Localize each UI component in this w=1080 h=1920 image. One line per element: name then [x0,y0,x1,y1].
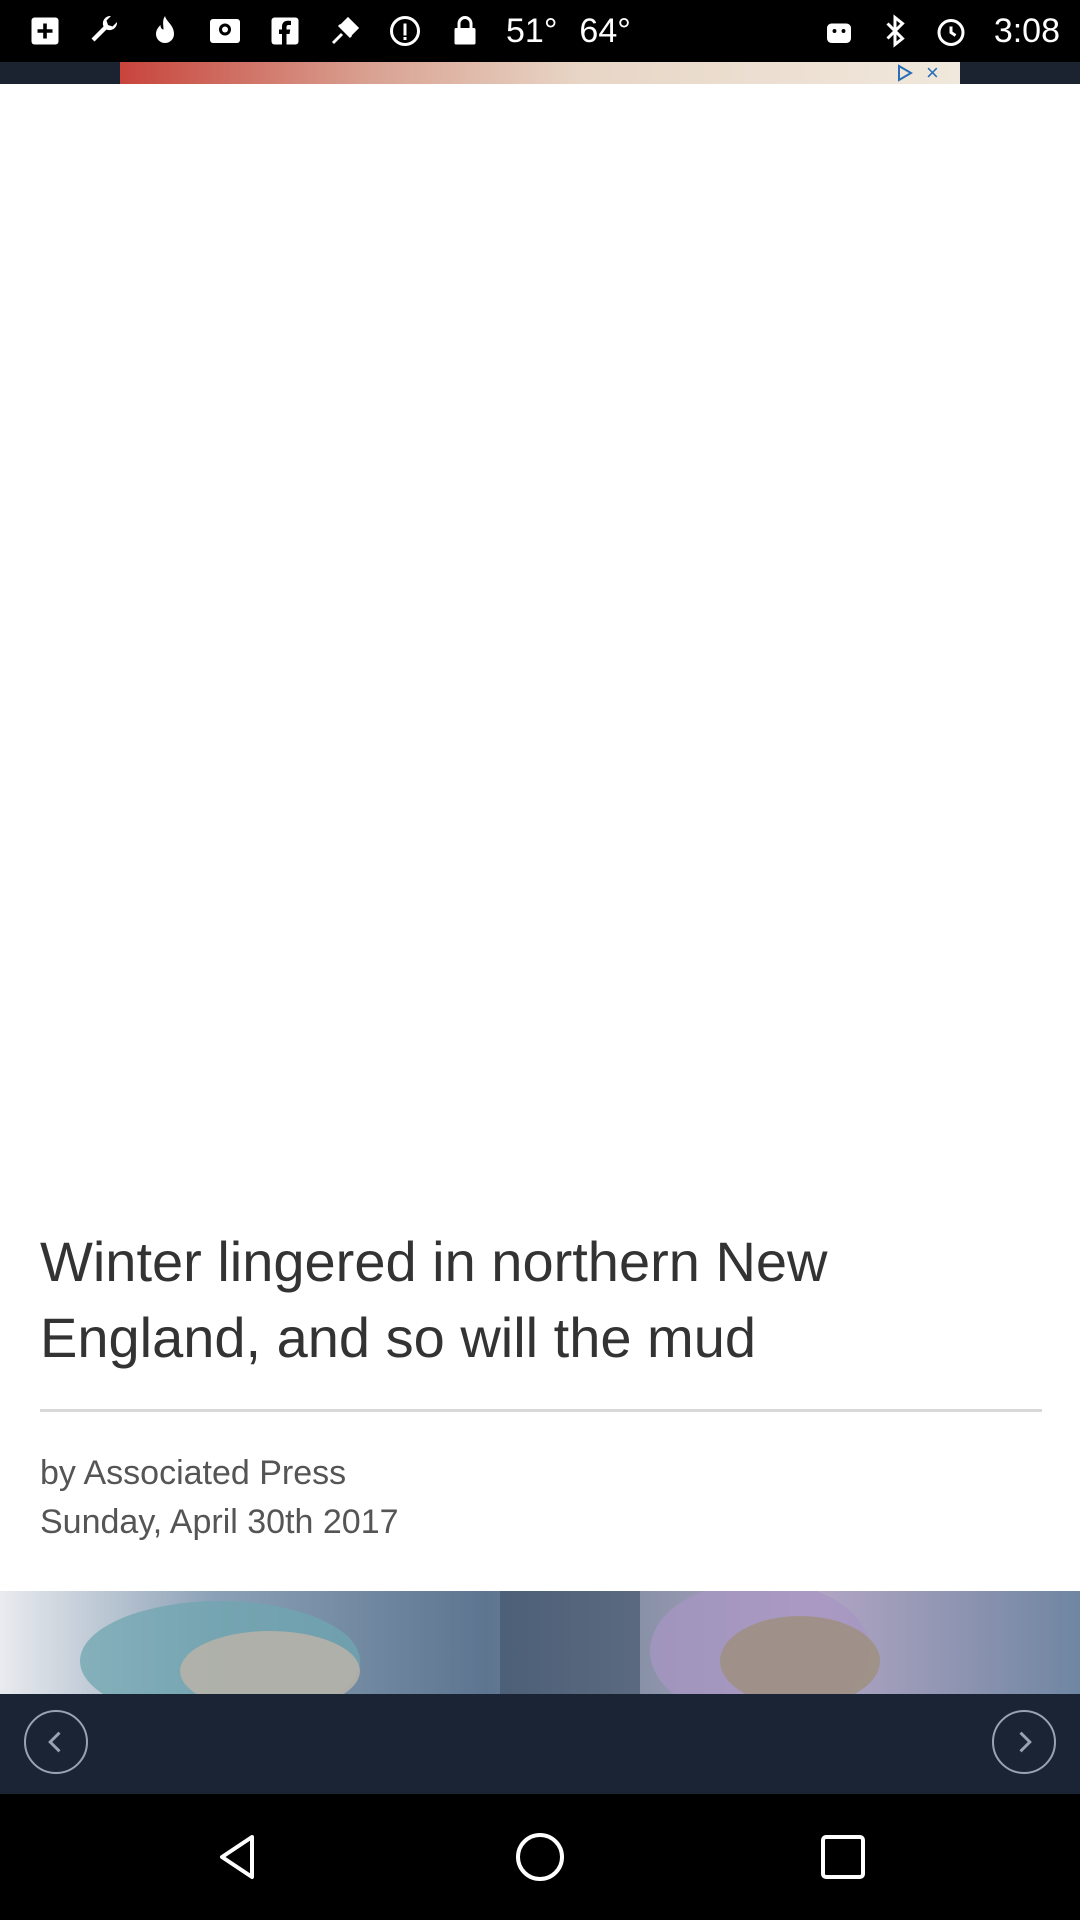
status-left-icons: 51° 64° [26,10,631,52]
home-circle-icon [516,1833,564,1881]
inbox-icon [206,12,244,50]
status-bar: 51° 64° 3:08 [0,0,1080,62]
ad-choices-icon[interactable] [896,64,914,82]
photo-decoration [80,1591,880,1694]
previous-article-button[interactable] [24,1710,88,1774]
android-icon [820,12,858,50]
article-byline: by Associated Press [40,1454,347,1492]
info-icon [386,12,424,50]
next-article-photo [0,1591,1080,1694]
alarm-icon [932,12,970,50]
status-right-icons: 3:08 [820,10,1060,52]
article-navigation-bar [0,1694,1080,1794]
temperature-2: 64° [579,11,631,50]
ad-banner[interactable]: × [120,62,960,84]
article-date: Sunday, April 30th 2017 [40,1503,399,1541]
system-back-button[interactable] [208,1827,268,1887]
facebook-icon [266,12,304,50]
fire-icon [146,12,184,50]
fake-gps-icon [326,12,364,50]
recents-square-icon [821,1835,865,1879]
chevron-right-icon [1019,1731,1032,1753]
divider [40,1409,1042,1412]
add-box-icon [26,12,64,50]
clock-time: 3:08 [993,11,1060,50]
ad-close-icon[interactable]: × [926,62,948,84]
system-home-button[interactable] [510,1827,570,1887]
wrench-icon [86,12,124,50]
lock-icon [446,12,484,50]
system-navigation-bar [0,1794,1080,1920]
temperature-1: 51° [506,11,558,50]
next-article-button[interactable] [992,1710,1056,1774]
bluetooth-icon [876,12,914,50]
chevron-left-icon [48,1731,61,1753]
article-headline: Winter lingered in northern New England,… [40,1230,828,1369]
article-content: Winter lingered in northern New England,… [0,84,1080,1694]
article-image-area [0,84,1080,1224]
back-triangle-icon [220,1835,254,1879]
system-recents-button[interactable] [813,1827,873,1887]
